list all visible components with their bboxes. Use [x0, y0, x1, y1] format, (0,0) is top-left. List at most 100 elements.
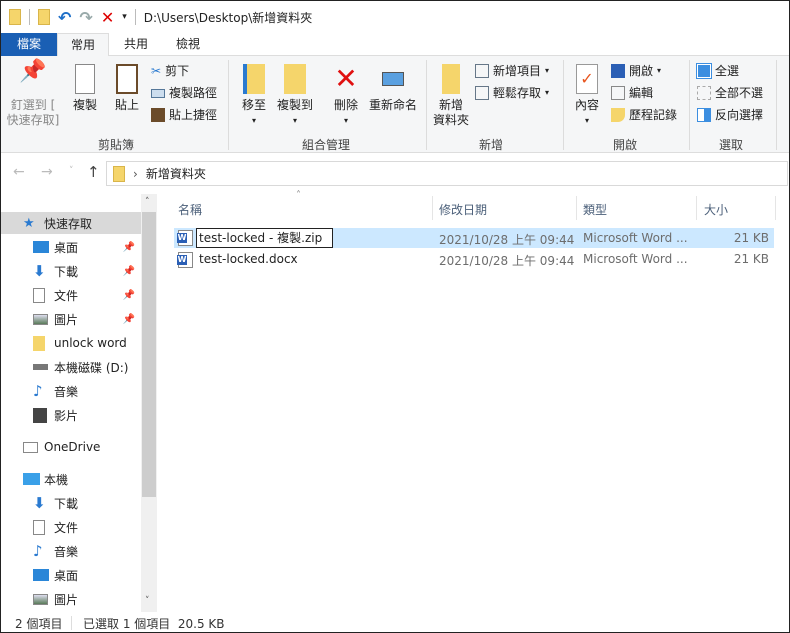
easy-access-label: 輕鬆存取 [493, 86, 542, 100]
file-list: ˄ 名稱 修改日期 類型 大小 test-locked - 複製.zip 202… [158, 190, 789, 612]
properties-folder-icon[interactable] [38, 9, 50, 25]
file-name: test-locked.docx [199, 252, 298, 266]
select-none-button[interactable]: 全部不選 [697, 83, 763, 103]
nav-item[interactable]: OneDrive [1, 436, 141, 458]
delete-button[interactable]: ✕ 刪除 ▾ [329, 64, 363, 128]
tab-view[interactable]: 檢視 [163, 33, 213, 56]
nav-item[interactable]: ⬇ 下載 📌 [1, 260, 141, 282]
copy-to-button[interactable]: 複製到 ▾ [275, 64, 315, 128]
nav-item-label: 桌面 [54, 240, 79, 255]
cut-button[interactable]: ✂ 剪下 [151, 61, 189, 81]
column-header-name[interactable]: 名稱 [178, 201, 202, 218]
nav-item[interactable]: 文件 📌 [1, 284, 141, 306]
nav-item[interactable]: 影片 [1, 404, 141, 426]
file-explorer-window: ↶ ↷ ✕ ▾ D:\Users\Desktop\新增資料夾 檔案 常用 共用 … [0, 0, 790, 633]
tab-home[interactable]: 常用 [57, 33, 109, 57]
nav-item[interactable]: ★ 快速存取 [1, 212, 141, 234]
nav-item[interactable]: unlock word [1, 332, 141, 354]
new-folder-button[interactable]: 新增 資料夾 [431, 64, 471, 128]
nav-item[interactable]: ⬇ 下載 [1, 492, 141, 514]
paste-shortcut-icon [151, 108, 165, 122]
onedrive-icon [23, 441, 38, 453]
select-all-button[interactable]: 全選 [696, 61, 739, 81]
folder-icon [9, 9, 21, 25]
customize-dropdown-icon[interactable]: ▾ [122, 12, 127, 22]
move-to-button[interactable]: 移至 ▾ [237, 64, 271, 128]
scrollbar-thumb[interactable] [142, 212, 156, 497]
divider[interactable] [696, 196, 697, 220]
new-folder-label-line2: 資料夾 [432, 113, 469, 127]
properties-check-icon: ✓ [576, 64, 598, 94]
divider [134, 9, 136, 25]
title-bar: ↶ ↷ ✕ ▾ D:\Users\Desktop\新增資料夾 [1, 1, 789, 33]
edit-button[interactable]: 編輯 [611, 83, 653, 103]
nav-item[interactable]: 圖片 📌 [1, 308, 141, 330]
nav-item[interactable]: 本機 [1, 468, 141, 490]
rename-input[interactable]: test-locked - 複製.zip [196, 228, 333, 248]
nav-item[interactable]: 桌面 📌 [1, 236, 141, 258]
invert-selection-button[interactable]: 反向選擇 [697, 105, 763, 125]
paste-label: 貼上 [114, 98, 139, 112]
history-button[interactable]: 歷程記錄 [611, 105, 677, 125]
open-button[interactable]: 開啟 ▾ [611, 61, 661, 81]
edit-label: 編輯 [629, 86, 654, 100]
documents-icon [33, 519, 45, 535]
dropdown-arrow-icon: ▾ [545, 88, 550, 97]
copy-path-button[interactable]: 複製路徑 [151, 83, 217, 103]
nav-item[interactable]: 桌面 [1, 564, 141, 586]
divider [776, 60, 777, 150]
file-row[interactable]: test-locked.docx 2021/10/28 上午 09:44 Mic… [174, 249, 774, 269]
undo-icon[interactable]: ↶ [58, 8, 71, 27]
tab-share[interactable]: 共用 [111, 33, 161, 56]
clipboard-group-label: 剪貼簿 [97, 138, 134, 152]
new-item-button[interactable]: 新增項目 ▾ [475, 61, 549, 81]
file-row[interactable]: test-locked - 複製.zip 2021/10/28 上午 09:44… [174, 228, 774, 248]
nav-item[interactable]: ♪ 音樂 [1, 380, 141, 402]
nav-item[interactable]: ♪ 音樂 [1, 540, 141, 562]
paste-button[interactable]: 貼上 [109, 64, 145, 113]
nav-item[interactable]: 本機磁碟 (D:) [1, 356, 141, 378]
rename-button[interactable]: 重新命名 [367, 64, 419, 113]
address-bar[interactable]: › 新增資料夾 [106, 161, 788, 186]
new-group-label: 新增 [478, 138, 503, 152]
properties-button[interactable]: ✓ 內容 ▾ [571, 64, 603, 128]
scroll-up-icon[interactable]: ˄ [145, 197, 150, 207]
pin-icon[interactable]: 📌 [123, 242, 135, 253]
column-header-type[interactable]: 類型 [583, 201, 607, 218]
delete-x-icon[interactable]: ✕ [101, 8, 114, 27]
tab-file[interactable]: 檔案 [1, 33, 57, 56]
redo-icon[interactable]: ↷ [79, 8, 92, 27]
up-arrow-icon[interactable]: ↑ [87, 163, 100, 181]
divider[interactable] [775, 196, 776, 220]
nav-scrollbar[interactable]: ˄ ˅ [141, 194, 157, 612]
pin-icon[interactable]: 📌 [123, 290, 135, 301]
nav-item[interactable]: 圖片 [1, 588, 141, 610]
recent-dropdown-icon[interactable]: ˅ [69, 166, 74, 176]
divider [563, 60, 564, 150]
forward-arrow-icon[interactable]: → [41, 164, 53, 180]
pin-icon: 📌 [19, 59, 47, 84]
back-arrow-icon[interactable]: ← [13, 164, 25, 180]
history-icon [611, 108, 625, 122]
status-bar: 2 個項目 已選取 1 個項目 20.5 KB [1, 612, 789, 632]
pin-icon[interactable]: 📌 [123, 314, 135, 325]
paste-shortcut-button[interactable]: 貼上捷徑 [151, 105, 217, 125]
copy-to-label: 複製到 [276, 98, 313, 112]
desktop-icon [33, 241, 49, 253]
pin-icon[interactable]: 📌 [123, 266, 135, 277]
column-header-date[interactable]: 修改日期 [439, 201, 487, 218]
nav-item-label: 桌面 [54, 568, 79, 583]
easy-access-button[interactable]: 輕鬆存取 ▾ [475, 83, 549, 103]
breadcrumb-current[interactable]: 新增資料夾 [146, 165, 206, 182]
nav-item[interactable]: 文件 [1, 516, 141, 538]
move-to-icon [243, 64, 265, 94]
file-type: Microsoft Word ... [583, 252, 688, 266]
divider[interactable] [432, 196, 433, 220]
divider[interactable] [576, 196, 577, 220]
copy-button[interactable]: 複製 [67, 64, 103, 113]
column-header-size[interactable]: 大小 [704, 201, 728, 218]
history-label: 歷程記錄 [629, 108, 678, 122]
pin-to-quick-access-button[interactable]: 📌 釘選到 [ 快速存取] [5, 59, 61, 128]
divider [29, 9, 30, 25]
scroll-down-icon[interactable]: ˅ [145, 596, 150, 606]
